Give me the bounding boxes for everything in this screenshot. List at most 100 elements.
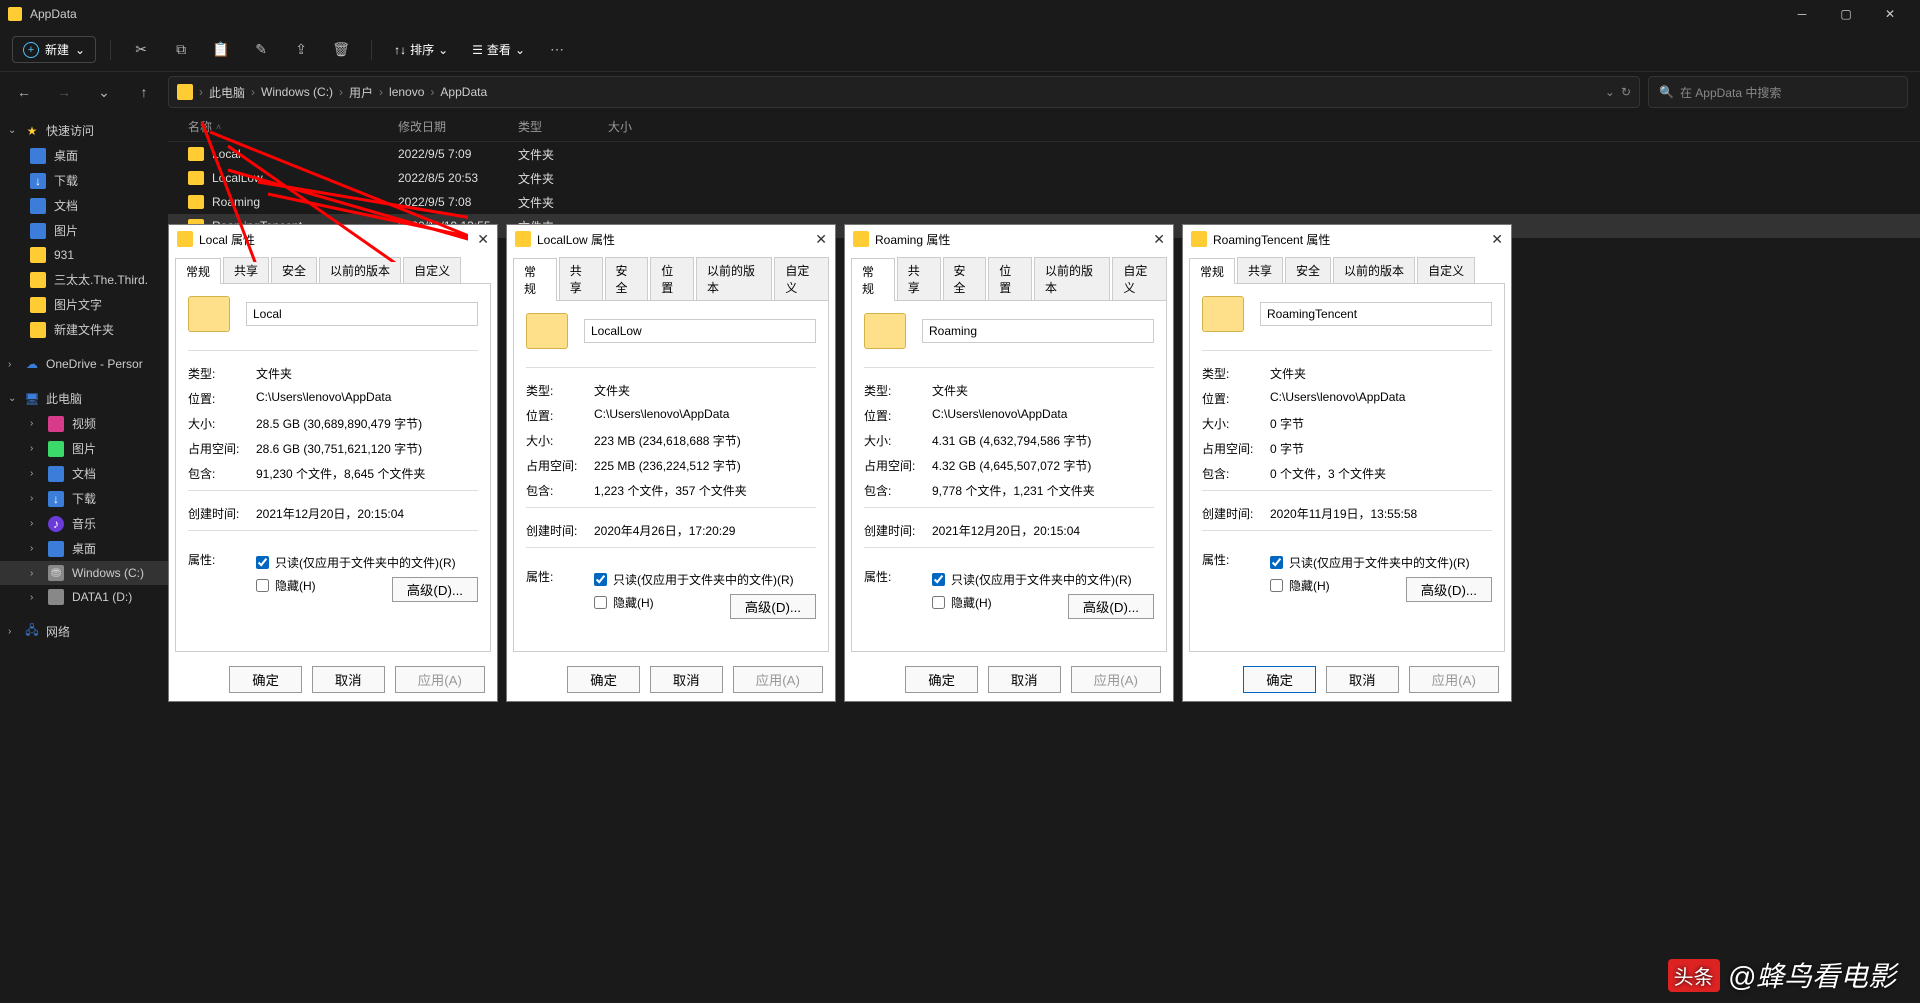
tab[interactable]: 以前的版本 [1333,257,1415,283]
col-type[interactable]: 类型 [510,118,600,135]
tab[interactable]: 常规 [175,258,221,284]
sidebar-item-downloads[interactable]: ↓下载 [0,168,168,193]
sidebar-item-downloads[interactable]: ›↓下载 [0,486,168,511]
cancel-button[interactable]: 取消 [650,666,723,693]
cancel-button[interactable]: 取消 [1326,666,1399,693]
recent-button[interactable]: ⌄ [88,76,120,108]
quick-access-header[interactable]: ⌄★ 快速访问 [0,118,168,143]
sidebar-item-c-drive[interactable]: ›⛃Windows (C:) [0,561,168,585]
dialog-titlebar[interactable]: Roaming 属性 ✕ [845,225,1173,253]
thispc-header[interactable]: ⌄🖥此电脑 [0,386,168,411]
tab[interactable]: 以前的版本 [1034,257,1110,300]
tab[interactable]: 共享 [897,257,941,300]
ok-button[interactable]: 确定 [567,666,640,693]
crumb[interactable]: 用户 [349,84,373,101]
close-icon[interactable]: ✕ [477,231,489,248]
folder-name-input[interactable] [246,302,478,326]
apply-button[interactable]: 应用(A) [395,666,485,693]
crumb[interactable]: 此电脑 [209,84,245,101]
folder-name-input[interactable] [922,319,1154,343]
col-name[interactable]: 名称 ˄ [180,118,390,135]
dialog-titlebar[interactable]: RoamingTencent 属性 ✕ [1183,225,1511,253]
sidebar-item-desktop[interactable]: 桌面 [0,143,168,168]
tab[interactable]: 安全 [605,257,649,300]
tab[interactable]: 自定义 [1112,257,1167,300]
cancel-button[interactable]: 取消 [988,666,1061,693]
tab[interactable]: 以前的版本 [696,257,772,300]
dialog-titlebar[interactable]: LocalLow 属性 ✕ [507,225,835,253]
search-input[interactable]: 🔍 在 AppData 中搜索 [1648,76,1908,108]
tab[interactable]: 自定义 [403,257,461,283]
ok-button[interactable]: 确定 [1243,666,1316,693]
table-row[interactable]: Roaming2022/9/5 7:08文件夹 [168,190,1920,214]
sidebar-item-pictures[interactable]: ›图片 [0,436,168,461]
more-icon[interactable]: ⋯ [541,34,573,66]
paste-icon[interactable]: 📋 [205,34,237,66]
tab[interactable]: 自定义 [774,257,829,300]
onedrive-header[interactable]: ›☁OneDrive - Persor [0,352,168,376]
close-button[interactable]: ✕ [1868,0,1912,28]
sidebar-item-music[interactable]: ›♪音乐 [0,511,168,536]
table-row[interactable]: Local2022/9/5 7:09文件夹 [168,142,1920,166]
share-icon[interactable]: ⇪ [285,34,317,66]
apply-button[interactable]: 应用(A) [1071,666,1161,693]
up-button[interactable]: ↑ [128,76,160,108]
tab[interactable]: 安全 [943,257,987,300]
dialog-titlebar[interactable]: Local 属性 ✕ [169,225,497,253]
readonly-checkbox[interactable]: 只读(仅应用于文件夹中的文件)(R) [594,568,816,591]
forward-button[interactable]: → [48,76,80,108]
crumb[interactable]: AppData [440,85,487,99]
sidebar-item-d-drive[interactable]: ›DATA1 (D:) [0,585,168,609]
ok-button[interactable]: 确定 [905,666,978,693]
delete-icon[interactable]: 🗑 [325,34,357,66]
advanced-button[interactable]: 高级(D)... [1406,577,1492,602]
table-row[interactable]: LocalLow2022/8/5 20:53文件夹 [168,166,1920,190]
crumb[interactable]: Windows (C:) [261,85,333,99]
apply-button[interactable]: 应用(A) [1409,666,1499,693]
rename-icon[interactable]: ✎ [245,34,277,66]
copy-icon[interactable]: ⧉ [165,34,197,66]
tab[interactable]: 位置 [988,257,1032,300]
tab[interactable]: 常规 [513,258,557,301]
sort-button[interactable]: ↑↓ 排序 ⌄ [386,37,456,62]
refresh-icon[interactable]: ↻ [1621,85,1631,99]
sidebar-item-desktop[interactable]: ›桌面 [0,536,168,561]
minimize-button[interactable]: ─ [1780,0,1824,28]
view-button[interactable]: ☰ 查看 ⌄ [464,37,533,62]
folder-name-input[interactable] [1260,302,1492,326]
col-size[interactable]: 大小 [600,118,680,135]
apply-button[interactable]: 应用(A) [733,666,823,693]
close-icon[interactable]: ✕ [815,231,827,248]
tab[interactable]: 以前的版本 [319,257,401,283]
tab[interactable]: 安全 [271,257,317,283]
tab[interactable]: 位置 [650,257,694,300]
tab[interactable]: 共享 [1237,257,1283,283]
advanced-button[interactable]: 高级(D)... [392,577,478,602]
address-bar[interactable]: › 此电脑› Windows (C:)› 用户› lenovo› AppData… [168,76,1640,108]
sidebar-item-folder[interactable]: 图片文字 [0,292,168,317]
crumb[interactable]: lenovo [389,85,424,99]
readonly-checkbox[interactable]: 只读(仅应用于文件夹中的文件)(R) [932,568,1154,591]
tab[interactable]: 共享 [559,257,603,300]
sidebar-item-pictures[interactable]: 图片 [0,218,168,243]
new-button[interactable]: + 新建 ⌄ [12,36,96,63]
folder-name-input[interactable] [584,319,816,343]
tab[interactable]: 常规 [851,258,895,301]
cancel-button[interactable]: 取消 [312,666,385,693]
sidebar-item-documents[interactable]: 文档 [0,193,168,218]
cut-icon[interactable]: ✂ [125,34,157,66]
col-date[interactable]: 修改日期 [390,118,510,135]
tab[interactable]: 自定义 [1417,257,1475,283]
network-header[interactable]: ›🖧网络 [0,619,168,644]
tab[interactable]: 安全 [1285,257,1331,283]
ok-button[interactable]: 确定 [229,666,302,693]
readonly-checkbox[interactable]: 只读(仅应用于文件夹中的文件)(R) [1270,551,1492,574]
sidebar-item-folder[interactable]: 931 [0,243,168,267]
advanced-button[interactable]: 高级(D)... [1068,594,1154,619]
back-button[interactable]: ← [8,76,40,108]
advanced-button[interactable]: 高级(D)... [730,594,816,619]
sidebar-item-videos[interactable]: ›视频 [0,411,168,436]
maximize-button[interactable]: ▢ [1824,0,1868,28]
readonly-checkbox[interactable]: 只读(仅应用于文件夹中的文件)(R) [256,551,478,574]
tab[interactable]: 常规 [1189,258,1235,284]
